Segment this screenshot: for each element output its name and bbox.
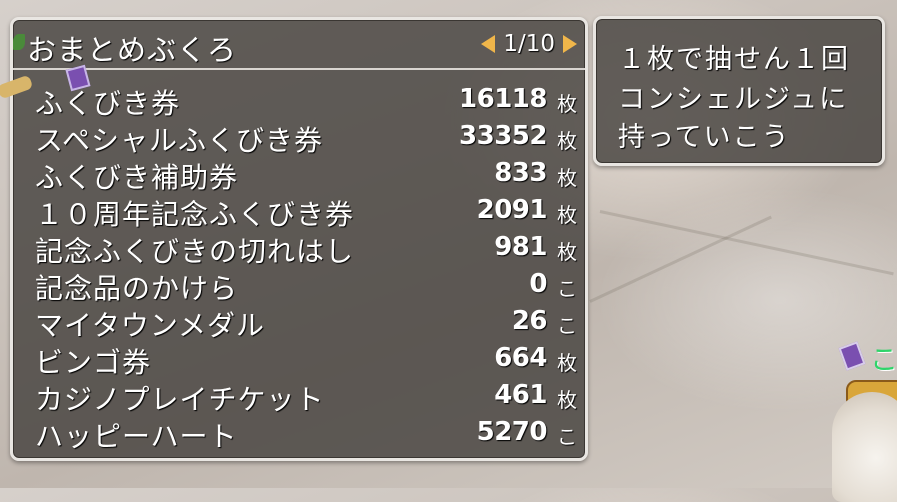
message-window: １枚で抽せん１回 コンシェルジュに 持っていこう <box>593 16 885 166</box>
character-portrait <box>832 392 897 502</box>
item-name: 記念品のかけら <box>35 272 239 305</box>
side-label: こ <box>870 343 897 376</box>
item-count: 0 <box>529 269 547 299</box>
list-item[interactable]: 記念ふくびきの切れはし 981 枚 <box>33 230 581 268</box>
list-item[interactable]: マイタウンメダル 26 こ <box>33 304 581 342</box>
item-unit: 枚 <box>557 92 577 116</box>
list-item[interactable]: スペシャルふくびき券 33352 枚 <box>33 119 581 157</box>
message-line: コンシェルジュに <box>618 84 849 115</box>
item-name: カジノプレイチケット <box>35 383 325 416</box>
title-bar: おまとめぶくろ 1/10 <box>13 20 585 70</box>
item-count: 5270 <box>476 417 548 447</box>
item-unit: こ <box>557 277 577 301</box>
item-name: ビンゴ券 <box>35 346 152 379</box>
item-card-icon <box>838 341 866 371</box>
item-count: 16118 <box>459 84 547 114</box>
item-count: 461 <box>494 380 547 410</box>
list-item[interactable]: ハッピーハート 5270 こ <box>33 415 581 453</box>
item-unit: 枚 <box>557 129 577 153</box>
item-unit: 枚 <box>557 240 577 264</box>
item-count: 26 <box>511 306 548 336</box>
item-name: 記念ふくびきの切れはし <box>35 235 355 268</box>
item-unit: 枚 <box>557 388 577 412</box>
chevron-left-icon[interactable] <box>481 35 496 53</box>
item-count: 2091 <box>476 195 548 225</box>
item-list: ふくびき券 16118 枚 スペシャルふくびき券 33352 枚 ふくびき補助券… <box>33 82 581 453</box>
item-name: １０周年記念ふくびき券 <box>35 198 355 231</box>
item-count: 33352 <box>459 121 547 151</box>
message-line: １枚で抽せん１回 <box>618 44 850 75</box>
item-count: 833 <box>494 158 547 188</box>
item-name: ハッピーハート <box>35 420 238 453</box>
item-name: マイタウンメダル <box>35 309 266 342</box>
item-unit: 枚 <box>557 203 577 227</box>
background-crack <box>599 210 894 276</box>
window-title: おまとめぶくろ <box>27 33 238 67</box>
item-name: スペシャルふくびき券 <box>35 124 324 157</box>
page-indicator: 1/10 <box>481 30 577 58</box>
item-unit: 枚 <box>557 166 577 190</box>
list-item[interactable]: ビンゴ券 664 枚 <box>33 341 581 379</box>
leaf-icon <box>13 34 25 50</box>
page-number: 1/10 <box>503 31 555 57</box>
message-line: 持っていこう <box>618 122 791 153</box>
bag-window: おまとめぶくろ 1/10 ふくびき券 16118 枚 スペシャルふくびき券 33… <box>10 17 588 461</box>
list-item[interactable]: 記念品のかけら 0 こ <box>33 267 581 305</box>
item-unit: こ <box>557 314 577 338</box>
chevron-right-icon[interactable] <box>563 35 577 53</box>
list-item[interactable]: カジノプレイチケット 461 枚 <box>33 378 581 416</box>
list-item[interactable]: ふくびき補助券 833 枚 <box>33 156 581 194</box>
list-item[interactable]: １０周年記念ふくびき券 2091 枚 <box>33 193 581 231</box>
item-count: 664 <box>494 343 547 373</box>
item-name: ふくびき補助券 <box>35 161 239 194</box>
item-count: 981 <box>494 232 547 262</box>
item-unit: こ <box>557 425 577 449</box>
item-name: ふくびき券 <box>35 87 181 120</box>
item-unit: 枚 <box>557 351 577 375</box>
list-item[interactable]: ふくびき券 16118 枚 <box>33 82 581 120</box>
